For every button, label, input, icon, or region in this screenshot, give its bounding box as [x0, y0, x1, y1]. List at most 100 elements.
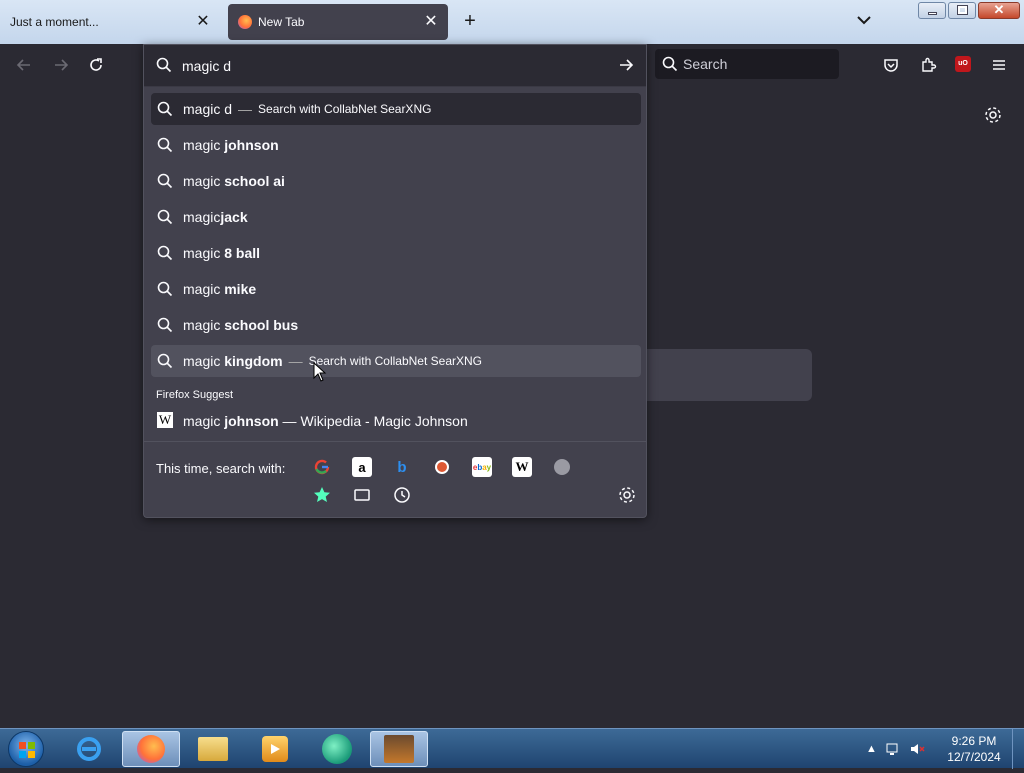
newtab-search-box[interactable]: [620, 349, 812, 401]
search-icon: [157, 353, 173, 369]
searxng-engine-icon[interactable]: [552, 457, 572, 477]
list-all-tabs-icon[interactable]: [854, 10, 874, 30]
close-window-button[interactable]: ✕: [978, 2, 1020, 19]
clock[interactable]: 9:26 PM 12/7/2024: [942, 733, 1006, 765]
search-icon: [156, 57, 172, 73]
search-icon: [157, 317, 173, 333]
duckduckgo-engine-icon[interactable]: [432, 457, 452, 477]
bing-engine-icon[interactable]: b: [392, 457, 412, 477]
tab-title: Just a moment...: [10, 15, 99, 29]
clock-time: 9:26 PM: [951, 734, 997, 748]
show-desktop-button[interactable]: [1012, 729, 1024, 769]
address-bar-value: magic d: [182, 57, 232, 74]
pocket-icon[interactable]: [882, 56, 900, 74]
extensions-icon[interactable]: [919, 56, 937, 74]
mouse-cursor-icon: [313, 362, 327, 382]
taskbar-file-explorer[interactable]: [184, 731, 242, 767]
back-icon[interactable]: [15, 56, 33, 74]
wikipedia-icon: W: [157, 412, 173, 428]
tab-new-tab[interactable]: New Tab ✕: [228, 4, 448, 40]
search-suggestion[interactable]: magic mike: [151, 273, 641, 305]
tab-just-a-moment[interactable]: Just a moment... ✕: [0, 4, 220, 40]
tab-title: New Tab: [258, 15, 305, 29]
start-button[interactable]: [8, 731, 44, 767]
suggestion-bold: johnson: [224, 137, 279, 153]
suggestion-separator: —: [288, 353, 303, 369]
search-icon: [157, 209, 173, 225]
search-icon: [662, 56, 678, 72]
new-tab-button[interactable]: +: [460, 11, 480, 31]
search-suggestion[interactable]: magic johnson: [151, 129, 641, 161]
firefox-icon: [238, 15, 252, 29]
clock-date: 12/7/2024: [947, 750, 1001, 764]
suggestion-bold: school bus: [224, 317, 299, 333]
search-suggestion[interactable]: magic kingdom — Search with CollabNet Sear…: [151, 345, 641, 377]
internet-explorer-icon: [77, 737, 101, 761]
suggestion-prefix: magic: [183, 281, 225, 297]
history-clock-icon[interactable]: [392, 485, 412, 505]
suggestion-bold: 8 ball: [224, 245, 261, 261]
network-icon[interactable]: [885, 741, 901, 757]
taskbar-browser-app[interactable]: [308, 731, 366, 767]
search-suggestion[interactable]: magic jack: [151, 201, 641, 233]
media-player-icon: [262, 736, 288, 762]
suggestion-bold: kingdom: [224, 353, 283, 369]
forward-icon[interactable]: [52, 56, 70, 74]
close-tab-icon[interactable]: ✕: [194, 13, 212, 31]
result-suffix: — Wikipedia - Magic Johnson: [278, 413, 468, 429]
suggestion-bold: jack: [220, 209, 248, 225]
go-arrow-icon[interactable]: [618, 57, 634, 73]
search-icon: [157, 137, 173, 153]
folder-icon: [198, 737, 228, 761]
window-controls: ✕: [918, 2, 1020, 19]
suggestion-action: Search with CollabNet SearXNG: [258, 102, 432, 116]
google-engine-icon[interactable]: [312, 457, 332, 477]
suggestion-prefix: magic d: [183, 101, 233, 117]
minimize-button[interactable]: [918, 2, 946, 19]
restore-button[interactable]: [948, 2, 976, 19]
suggestion-separator: —: [238, 101, 253, 117]
reload-icon[interactable]: [87, 56, 105, 74]
suggestion-bold: mike: [224, 281, 257, 297]
search-suggestion[interactable]: magic d — Search with CollabNet SearXNG: [151, 93, 641, 125]
suggestion-prefix: magic: [183, 209, 221, 225]
search-icon: [157, 173, 173, 189]
suggestion-prefix: magic: [183, 353, 225, 369]
image-thumbnail-icon: [384, 735, 414, 763]
separator: [144, 441, 646, 442]
volume-muted-icon[interactable]: [909, 741, 925, 757]
bookmarks-star-icon[interactable]: [312, 485, 332, 505]
search-suggestion[interactable]: magic school bus: [151, 309, 641, 341]
taskbar: ▲ 9:26 PM 12/7/2024: [0, 728, 1024, 769]
show-hidden-icons-icon[interactable]: ▲: [866, 743, 877, 755]
ublock-origin-icon[interactable]: uO: [955, 56, 971, 72]
result-prefix: magic: [183, 413, 225, 429]
firefox-suggest-label: Firefox Suggest: [156, 389, 234, 401]
wikipedia-engine-icon[interactable]: W: [512, 457, 532, 477]
menu-icon[interactable]: [990, 56, 1008, 74]
search-suggestion[interactable]: magic 8 ball: [151, 237, 641, 269]
address-bar-input[interactable]: magic d: [144, 45, 646, 87]
ebay-engine-icon[interactable]: ebay: [472, 457, 492, 477]
suggestion-prefix: magic: [183, 317, 225, 333]
taskbar-internet-explorer[interactable]: [60, 731, 118, 767]
close-tab-icon[interactable]: ✕: [422, 13, 440, 31]
suggestion-action: Search with CollabNet SearXNG: [308, 354, 482, 368]
search-settings-icon[interactable]: [617, 485, 637, 505]
windows-logo-icon: [19, 742, 35, 758]
taskbar-media-player[interactable]: [246, 731, 304, 767]
oneoff-search-label: This time, search with:: [156, 461, 286, 476]
firefox-icon: [137, 735, 165, 763]
taskbar-firefox[interactable]: [122, 731, 180, 767]
taskbar-image-viewer[interactable]: [370, 731, 428, 767]
suggestion-prefix: magic: [183, 173, 225, 189]
browser-app-icon: [322, 734, 352, 764]
search-suggestion[interactable]: magic school ai: [151, 165, 641, 197]
search-icon: [157, 281, 173, 297]
tabs-icon[interactable]: [352, 485, 372, 505]
search-bar[interactable]: Search: [655, 49, 839, 79]
personalize-settings-icon[interactable]: [983, 105, 1003, 125]
wikipedia-result[interactable]: W magic johnson — Wikipedia - Magic John…: [151, 405, 641, 437]
search-icon: [157, 245, 173, 261]
amazon-engine-icon[interactable]: a: [352, 457, 372, 477]
